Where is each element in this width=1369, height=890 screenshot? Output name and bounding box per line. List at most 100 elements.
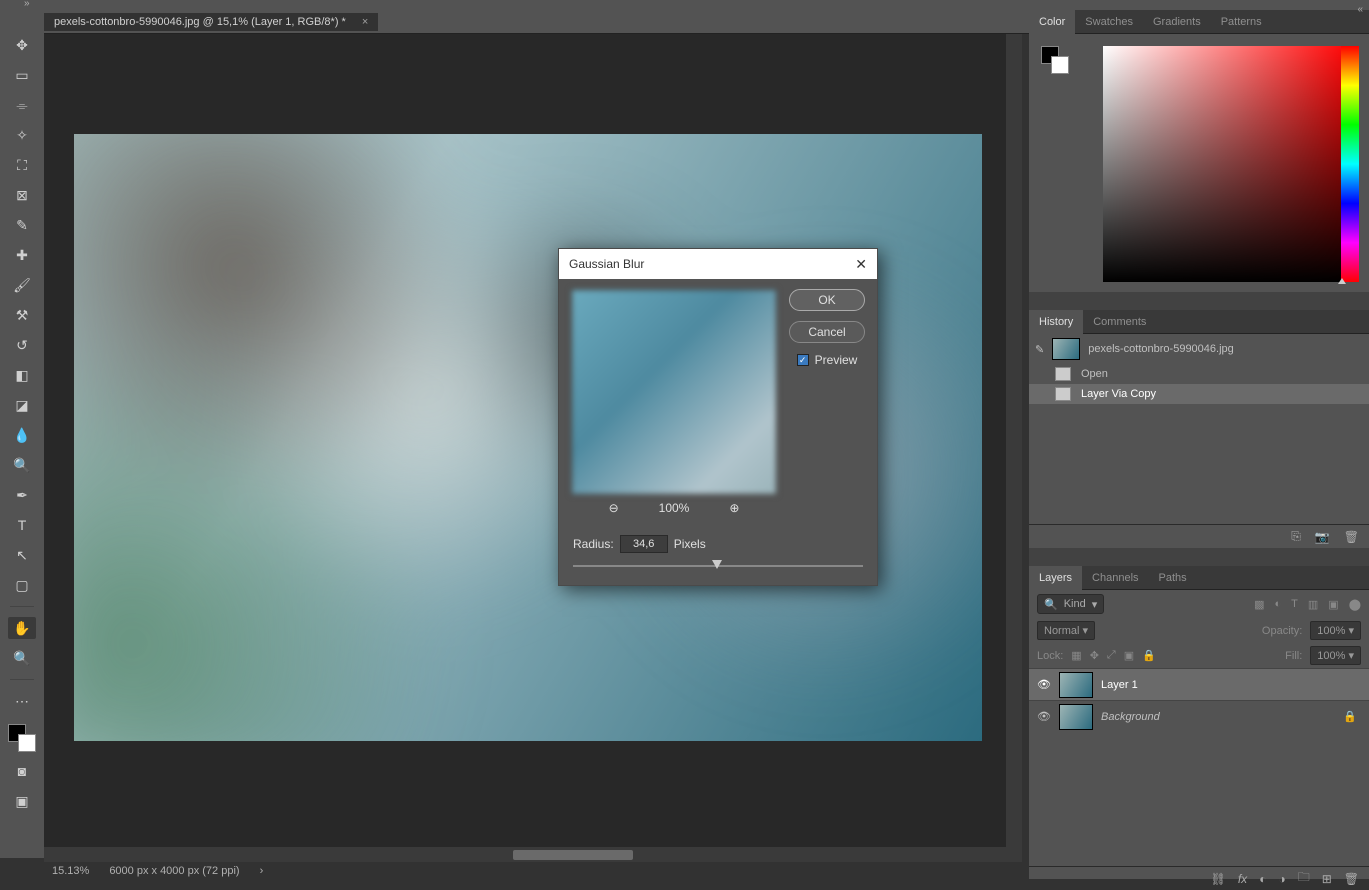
new-document-from-state-icon[interactable]: ⎘ [1291,529,1301,544]
zoom-out-icon[interactable]: ⊖ [609,501,619,515]
history-brush-tool[interactable]: ↺ [8,334,36,356]
edit-toolbar-icon[interactable]: ⋯ [8,690,36,712]
lock-all-icon[interactable]: 🔒 [1142,649,1156,662]
stamp-tool[interactable]: ⚒ [8,304,36,326]
history-brush-source-icon[interactable]: ✎ [1035,343,1044,356]
screen-mode-icon[interactable]: ▣ [8,790,36,812]
slider-thumb[interactable] [712,560,722,569]
tab-gradients[interactable]: Gradients [1143,10,1211,34]
document-tab[interactable]: pexels-cottonbro-5990046.jpg @ 15,1% (La… [44,13,378,31]
history-doc-name: pexels-cottonbro-5990046.jpg [1088,343,1234,355]
tab-color[interactable]: Color [1029,10,1075,34]
frame-tool[interactable]: ⊠ [8,184,36,206]
lock-position-icon[interactable]: ✥ [1090,649,1099,662]
layer-name[interactable]: Layer 1 [1101,679,1138,691]
fill-input[interactable]: 100% ▾ [1310,646,1361,665]
layer-thumbnail[interactable] [1059,704,1093,730]
tool-separator [10,606,34,607]
color-panel [1029,34,1369,292]
lock-nesting-icon[interactable]: ▣ [1124,649,1134,662]
background-swatch[interactable] [1051,56,1069,74]
tab-paths[interactable]: Paths [1149,566,1197,590]
pen-tool[interactable]: ✒ [8,484,36,506]
lasso-tool[interactable]: ⌯ [8,94,36,116]
layer-name[interactable]: Background [1101,711,1160,723]
layer-row[interactable]: 👁 Layer 1 [1029,668,1369,700]
tab-comments[interactable]: Comments [1083,310,1156,334]
fg-bg-indicator[interactable] [1041,46,1069,74]
layer-thumbnail[interactable] [1059,672,1093,698]
history-document-row[interactable]: ✎ pexels-cottonbro-5990046.jpg [1029,334,1369,364]
lock-pixels-icon[interactable]: ▦ [1071,649,1081,662]
dodge-tool[interactable]: 🔍 [8,454,36,476]
document-dimensions[interactable]: 6000 px x 4000 px (72 ppi) [109,865,239,877]
lock-artboard-icon[interactable]: ⤢ [1107,649,1116,662]
zoom-percentage[interactable]: 15.13% [52,865,89,877]
hue-slider[interactable] [1341,46,1359,282]
filter-toggle-icon[interactable]: ⬤ [1349,598,1361,611]
preview-label: Preview [815,353,858,367]
filter-smart-icon[interactable]: ▣ [1328,598,1338,611]
scrollbar-thumb[interactable] [513,850,633,860]
filter-adjust-icon[interactable]: ◐ [1274,598,1281,611]
close-icon[interactable]: ✕ [855,256,867,273]
filter-type-icon[interactable]: T [1291,598,1298,611]
zoom-tool[interactable]: 🔍 [8,647,36,669]
filter-pixel-icon[interactable]: ▩ [1254,598,1264,611]
hand-tool[interactable]: ✋ [8,617,36,639]
horizontal-scrollbar[interactable] [44,847,1022,862]
filter-shape-icon[interactable]: ▥ [1308,598,1318,611]
rectangle-tool[interactable]: ▢ [8,574,36,596]
wand-tool[interactable]: ✧ [8,124,36,146]
collapse-panels-icon[interactable]: « [1357,4,1363,15]
path-select-tool[interactable]: ↖ [8,544,36,566]
snapshot-icon[interactable]: 📷 [1315,530,1330,544]
history-item-label: Layer Via Copy [1081,388,1156,400]
foreground-background-swatch[interactable] [8,724,36,752]
history-item[interactable]: Open [1029,364,1369,384]
background-color[interactable] [18,734,36,752]
tab-patterns[interactable]: Patterns [1211,10,1272,34]
blur-preview[interactable] [571,289,777,495]
heal-tool[interactable]: ✚ [8,244,36,266]
type-tool[interactable]: T [8,514,36,536]
gradient-tool[interactable]: ◪ [8,394,36,416]
quick-mask-icon[interactable]: ◙ [8,760,36,782]
opacity-input[interactable]: 100% ▾ [1310,621,1361,640]
status-more-icon[interactable]: › [260,865,264,877]
visibility-toggle-icon[interactable]: 👁 [1037,678,1051,691]
radius-input[interactable] [620,535,668,553]
dialog-title-bar[interactable]: Gaussian Blur ✕ [559,249,877,279]
ok-button[interactable]: OK [789,289,865,311]
blend-mode-value: Normal [1044,625,1079,637]
color-field[interactable] [1103,46,1353,282]
preview-zoom-value: 100% [659,501,690,515]
tab-history[interactable]: History [1029,310,1083,334]
blur-tool[interactable]: 💧 [8,424,36,446]
layer-filter-kind[interactable]: 🔍 Kind ▾ [1037,594,1104,614]
tab-layers[interactable]: Layers [1029,566,1082,590]
blend-mode-select[interactable]: Normal ▾ [1037,621,1095,640]
crop-tool[interactable]: ⛶ [8,154,36,176]
brush-tool[interactable]: 🖌 [8,274,36,296]
layer-row[interactable]: 👁 Background 🔒 [1029,700,1369,732]
marquee-tool[interactable]: ▭ [8,64,36,86]
preview-checkbox[interactable]: ✓ Preview [797,353,858,367]
delete-state-icon[interactable]: 🗑 [1344,530,1359,544]
vertical-scrollbar[interactable] [1006,34,1022,862]
eyedropper-tool[interactable]: ✎ [8,214,36,236]
zoom-in-icon[interactable]: ⊕ [729,501,739,515]
close-tab-icon[interactable]: × [362,16,368,28]
eraser-tool[interactable]: ◧ [8,364,36,386]
fill-label: Fill: [1285,650,1302,662]
history-item[interactable]: Layer Via Copy [1029,384,1369,404]
history-panel: ✎ pexels-cottonbro-5990046.jpg Open Laye… [1029,334,1369,548]
move-tool[interactable]: ✥ [8,34,36,56]
cancel-button[interactable]: Cancel [789,321,865,343]
tab-swatches[interactable]: Swatches [1075,10,1143,34]
tab-channels[interactable]: Channels [1082,566,1148,590]
expand-panels-icon[interactable]: » [24,0,30,9]
radius-slider[interactable] [573,557,863,575]
visibility-toggle-icon[interactable]: 👁 [1037,710,1051,723]
chevron-down-icon: ▾ [1348,625,1354,637]
